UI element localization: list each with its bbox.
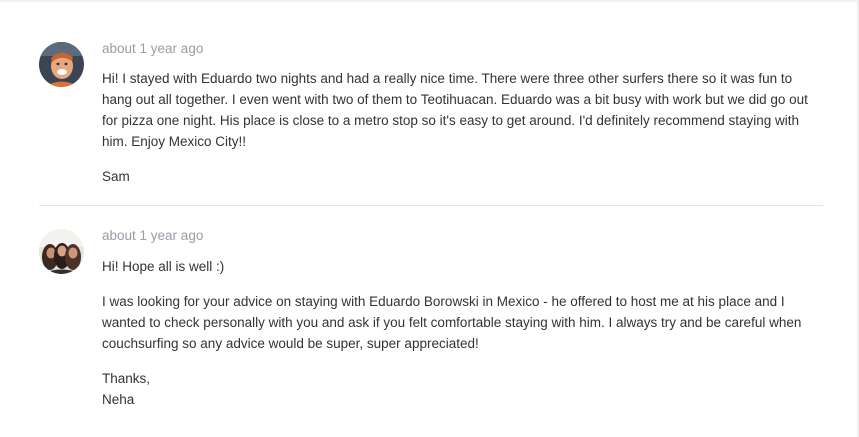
message-divider xyxy=(39,205,823,206)
timestamp: about 1 year ago xyxy=(102,228,204,243)
message-signature: Thanks, Neha xyxy=(102,371,151,407)
message-thread: about 1 year ago Hi! I stayed with Eduar… xyxy=(0,0,859,437)
message-signature: Sam xyxy=(102,169,130,184)
message-body: Hi! Hope all is well :) I was looking fo… xyxy=(102,256,817,410)
top-border xyxy=(0,0,859,2)
avatar[interactable] xyxy=(39,42,84,87)
avatar[interactable] xyxy=(39,229,84,274)
message-paragraph: I was looking for your advice on staying… xyxy=(102,294,802,351)
message-paragraph: Hi! Hope all is well :) xyxy=(102,259,225,274)
profile-photo-group-icon xyxy=(39,229,84,274)
profile-photo-man-icon xyxy=(39,42,84,87)
message-body: Hi! I stayed with Eduardo two nights and… xyxy=(102,68,817,187)
timestamp: about 1 year ago xyxy=(102,41,204,56)
message-paragraph: Hi! I stayed with Eduardo two nights and… xyxy=(102,71,808,149)
